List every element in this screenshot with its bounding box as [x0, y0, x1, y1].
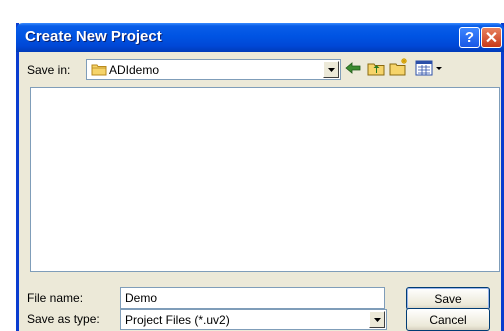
save-as-type-label: Save as type:: [27, 312, 100, 326]
save-in-dropdown[interactable]: ADIdemo: [86, 59, 341, 80]
save-as-type-value: Project Files (*.uv2): [125, 313, 230, 327]
view-menu-button[interactable]: [415, 59, 445, 77]
title-bar[interactable]: Create New Project ? ✕: [16, 23, 504, 52]
help-button[interactable]: ?: [459, 27, 480, 48]
chevron-down-icon: [373, 317, 381, 322]
save-in-dropdown-arrow[interactable]: [323, 61, 339, 78]
back-arrow-icon[interactable]: [345, 61, 361, 75]
close-icon: ✕: [484, 29, 499, 47]
file-name-label: File name:: [27, 291, 84, 305]
file-name-input[interactable]: Demo: [120, 287, 385, 309]
file-name-value: Demo: [125, 291, 158, 305]
dialog-title: Create New Project: [25, 28, 162, 45]
save-in-value: ADIdemo: [109, 63, 160, 77]
help-icon: ?: [464, 29, 475, 46]
cancel-button[interactable]: Cancel: [406, 308, 490, 331]
save-as-type-dropdown-arrow[interactable]: [369, 311, 385, 328]
file-list[interactable]: [30, 87, 500, 272]
create-new-project-dialog: Create New Project ? ✕ Save in: ADIdemo: [16, 23, 504, 331]
view-menu-icon: [415, 60, 442, 76]
save-button[interactable]: Save: [406, 287, 490, 310]
save-as-type-dropdown[interactable]: Project Files (*.uv2): [120, 309, 387, 330]
close-button[interactable]: ✕: [481, 27, 502, 48]
chevron-down-icon: [327, 67, 335, 72]
create-new-folder-icon[interactable]: [389, 57, 409, 76]
folder-icon: [91, 64, 107, 76]
up-one-level-icon[interactable]: [367, 61, 385, 76]
save-in-label: Save in:: [27, 63, 71, 77]
